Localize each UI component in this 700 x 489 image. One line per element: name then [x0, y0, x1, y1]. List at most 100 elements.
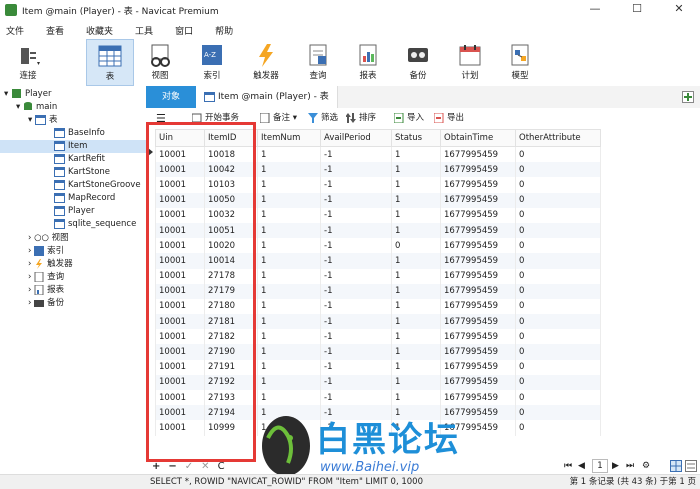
table-row[interactable]: 10001 27179 1 -1 1 1677995459 0 [155, 283, 601, 299]
table-cell-status[interactable]: 1 [391, 298, 441, 315]
table-cell-itemnum[interactable]: 1 [257, 283, 321, 299]
grid-view-icon[interactable] [670, 460, 682, 472]
table-cell-uin[interactable]: 10001 [155, 344, 205, 360]
table-cell-status[interactable]: 1 [391, 192, 441, 208]
table-row[interactable]: 10001 10014 1 -1 1 1677995459 0 [155, 253, 601, 269]
menu-tools[interactable]: 工具 [135, 24, 153, 37]
table-cell-uin[interactable]: 10001 [155, 253, 205, 269]
table-row[interactable]: 10001 10020 1 -1 0 1677995459 0 [155, 238, 601, 254]
table-cell-availperiod[interactable]: -1 [320, 283, 392, 299]
table-cell-itemnum[interactable]: 1 [257, 177, 321, 193]
table-cell-availperiod[interactable]: -1 [320, 207, 392, 223]
tree-tables-group[interactable]: ▾ 表 [28, 114, 58, 127]
table-cell-uin[interactable]: 10001 [155, 146, 205, 163]
table-cell-itemid[interactable]: 27193 [204, 390, 258, 406]
table-cell-availperiod[interactable]: -1 [320, 177, 392, 193]
query-button[interactable]: 查询 [296, 39, 340, 86]
table-cell-uin[interactable]: 10001 [155, 374, 205, 390]
tree-table-item[interactable]: Item [0, 140, 146, 153]
table-cell-obtaintime[interactable]: 1677995459 [440, 314, 516, 330]
table-cell-status[interactable]: 1 [391, 374, 441, 390]
apply-changes-button[interactable]: ✓ [185, 461, 193, 472]
table-cell-obtaintime[interactable]: 1677995459 [440, 238, 516, 254]
minimize-button[interactable]: — [574, 0, 616, 20]
table-cell-uin[interactable]: 10001 [155, 314, 205, 330]
table-row[interactable]: 10001 27178 1 -1 1 1677995459 0 [155, 268, 601, 284]
add-record-button[interactable]: + [152, 461, 160, 472]
table-cell-obtaintime[interactable]: 1677995459 [440, 298, 516, 315]
table-cell-otherattribute[interactable]: 0 [515, 344, 601, 360]
table-row[interactable]: 10001 27191 1 -1 1 1677995459 0 [155, 359, 601, 375]
table-cell-itemid[interactable]: 27190 [204, 344, 258, 360]
tree-database-main[interactable]: ▾ main [16, 101, 57, 114]
table-cell-itemid[interactable]: 27178 [204, 268, 258, 284]
table-cell-obtaintime[interactable]: 1677995459 [440, 390, 516, 406]
table-cell-status[interactable]: 1 [391, 329, 441, 345]
import-button[interactable]: 导入 [394, 112, 424, 125]
table-cell-itemid[interactable]: 10103 [204, 177, 258, 193]
table-cell-uin[interactable]: 10001 [155, 222, 205, 239]
table-cell-availperiod[interactable]: -1 [320, 344, 392, 360]
table-cell-itemnum[interactable]: 1 [257, 146, 321, 163]
table-cell-itemnum[interactable]: 1 [257, 207, 321, 223]
table-cell-itemnum[interactable]: 1 [257, 162, 321, 178]
settings-icon[interactable]: ⚙ [642, 461, 650, 471]
table-cell-otherattribute[interactable]: 0 [515, 192, 601, 208]
table-cell-obtaintime[interactable]: 1677995459 [440, 146, 516, 163]
table-cell-obtaintime[interactable]: 1677995459 [440, 222, 516, 239]
tab-item-table[interactable]: Item @main (Player) - 表 [196, 86, 338, 108]
table-cell-uin[interactable]: 10001 [155, 329, 205, 345]
table-cell-itemid[interactable]: 10020 [204, 238, 258, 254]
trigger-button[interactable]: 触发器 [244, 39, 288, 86]
table-button[interactable]: 表 [86, 39, 134, 86]
table-row[interactable]: 10001 27182 1 -1 1 1677995459 0 [155, 329, 601, 345]
last-page-icon[interactable]: ⏭ [626, 461, 634, 471]
tree-table-player[interactable]: Player [54, 205, 94, 218]
menu-window[interactable]: 窗口 [175, 24, 193, 37]
table-cell-status[interactable]: 1 [391, 177, 441, 193]
tree-group-queries[interactable]: › 查询 [28, 271, 64, 284]
table-cell-itemid[interactable]: 10042 [204, 162, 258, 178]
tree-group-backups[interactable]: › 备份 [28, 297, 64, 310]
sort-button[interactable]: 排序 [346, 112, 376, 125]
schedule-button[interactable]: 计划 [448, 39, 492, 86]
table-cell-otherattribute[interactable]: 0 [515, 146, 601, 163]
table-cell-uin[interactable]: 10001 [155, 405, 205, 421]
table-cell-availperiod[interactable]: -1 [320, 298, 392, 315]
tree-table-kartstonegroove[interactable]: KartStoneGroove [54, 179, 141, 192]
table-row[interactable]: 10001 27192 1 -1 1 1677995459 0 [155, 374, 601, 390]
table-cell-itemid[interactable]: 27179 [204, 283, 258, 299]
column-header-itemnum[interactable]: ItemNum [257, 129, 321, 147]
menu-icon[interactable]: ☰ [156, 112, 166, 125]
table-cell-status[interactable]: 1 [391, 344, 441, 360]
table-cell-otherattribute[interactable]: 0 [515, 253, 601, 269]
table-cell-availperiod[interactable]: -1 [320, 253, 392, 269]
new-tab-icon[interactable] [682, 91, 694, 103]
close-button[interactable]: ✕ [658, 0, 700, 20]
table-cell-status[interactable]: 1 [391, 146, 441, 163]
table-cell-otherattribute[interactable]: 0 [515, 314, 601, 330]
table-cell-availperiod[interactable]: -1 [320, 238, 392, 254]
table-cell-itemnum[interactable]: 1 [257, 329, 321, 345]
table-cell-status[interactable]: 1 [391, 359, 441, 375]
table-cell-uin[interactable]: 10001 [155, 359, 205, 375]
column-header-uin[interactable]: Uin [155, 129, 205, 147]
backup-button[interactable]: 备份 [396, 39, 440, 86]
table-cell-availperiod[interactable]: -1 [320, 314, 392, 330]
next-page-icon[interactable]: ▶ [612, 461, 619, 471]
table-cell-itemnum[interactable]: 1 [257, 253, 321, 269]
table-cell-otherattribute[interactable]: 0 [515, 420, 601, 436]
table-cell-otherattribute[interactable]: 0 [515, 283, 601, 299]
table-cell-uin[interactable]: 10001 [155, 238, 205, 254]
tree-group-reports[interactable]: › 报表 [28, 284, 64, 297]
table-cell-status[interactable]: 1 [391, 162, 441, 178]
table-cell-itemnum[interactable]: 1 [257, 192, 321, 208]
table-cell-otherattribute[interactable]: 0 [515, 177, 601, 193]
table-cell-obtaintime[interactable]: 1677995459 [440, 344, 516, 360]
table-row[interactable]: 10001 10018 1 -1 1 1677995459 0 [155, 146, 601, 163]
table-cell-obtaintime[interactable]: 1677995459 [440, 177, 516, 193]
table-cell-itemid[interactable]: 10050 [204, 192, 258, 208]
table-cell-uin[interactable]: 10001 [155, 283, 205, 299]
table-cell-obtaintime[interactable]: 1677995459 [440, 192, 516, 208]
table-cell-otherattribute[interactable]: 0 [515, 298, 601, 315]
